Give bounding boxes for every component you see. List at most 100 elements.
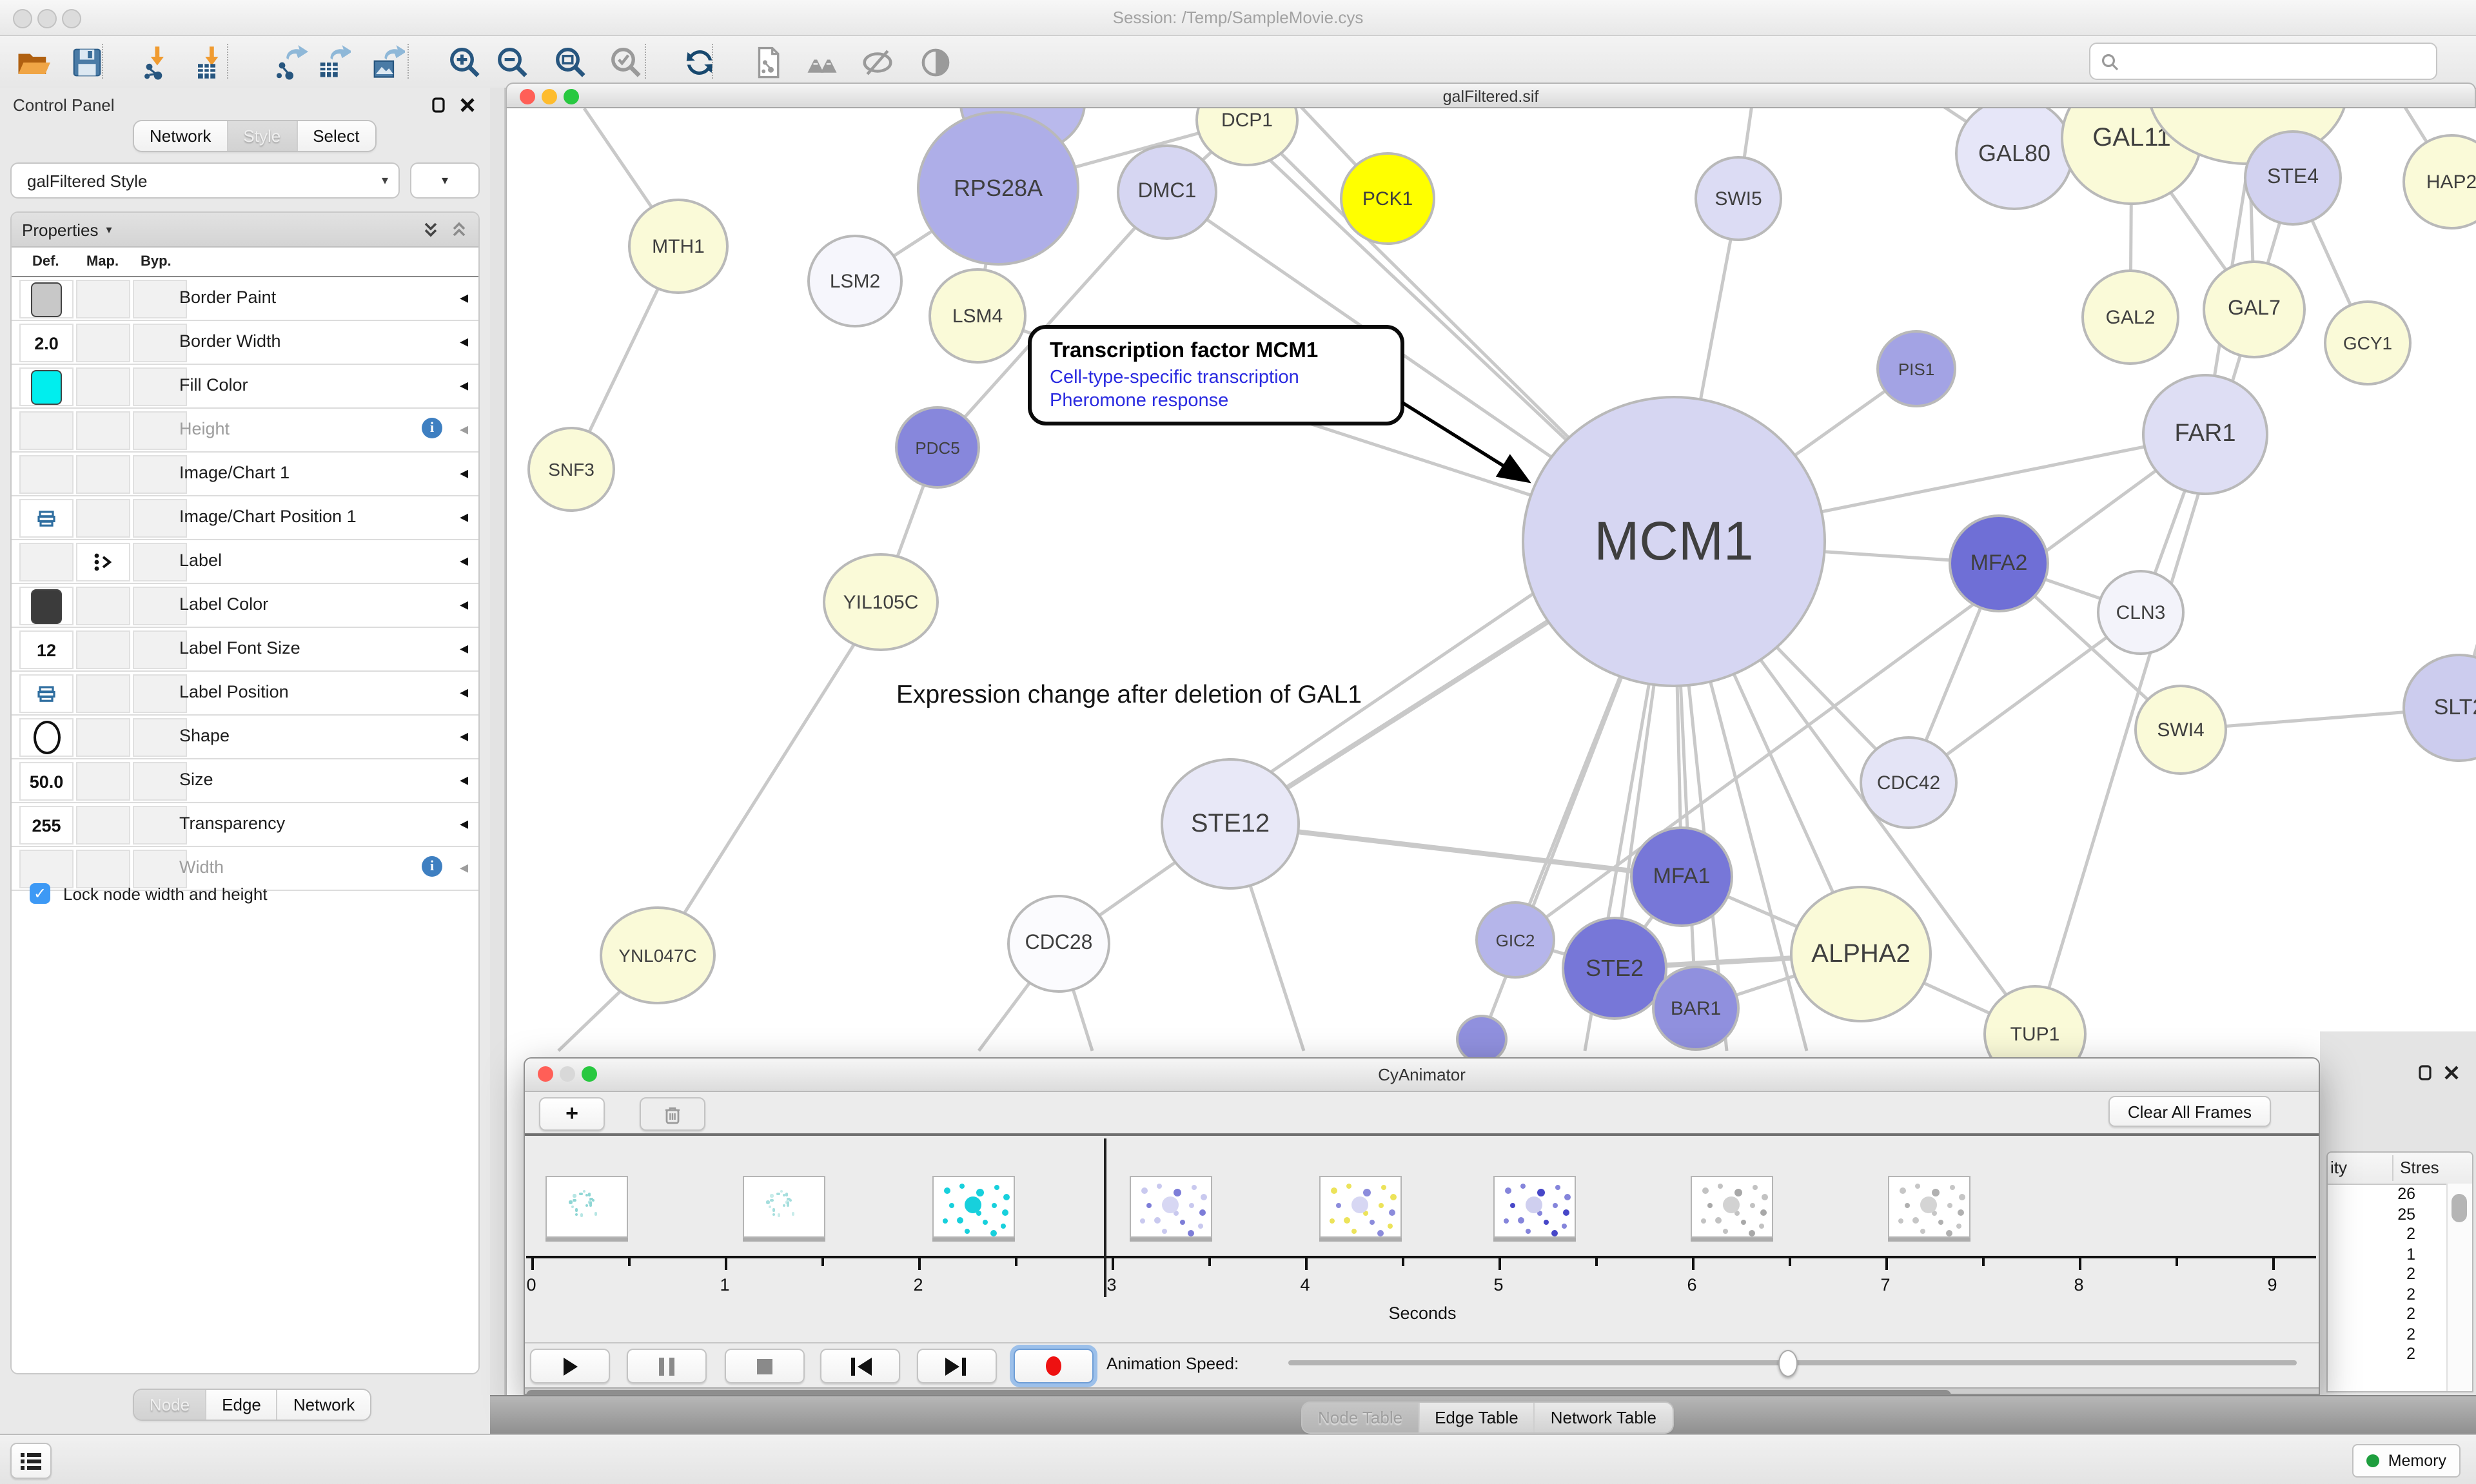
network-node-mth1[interactable]: MTH1 — [628, 199, 729, 294]
panel-divider[interactable] — [490, 88, 506, 1434]
property-row-size[interactable]: 50.0Size◂ — [12, 759, 478, 803]
hide-panel-icon[interactable] — [858, 43, 896, 81]
expand-all-icon[interactable] — [422, 220, 440, 239]
checkbox-checked-icon[interactable]: ✓ — [30, 883, 50, 904]
record-button[interactable] — [1014, 1349, 1094, 1383]
show-panels-button[interactable] — [10, 1443, 52, 1479]
timeline-cursor[interactable] — [1104, 1138, 1106, 1297]
timeline-frame-1[interactable] — [545, 1176, 628, 1238]
property-row-height[interactable]: Heighti◂ — [12, 409, 478, 453]
tab-select[interactable]: Select — [297, 121, 375, 151]
annotation-box[interactable]: Transcription factor MCM1 Cell-type-spec… — [1028, 325, 1404, 425]
prop-def-cell[interactable] — [19, 367, 74, 406]
prop-def-cell[interactable] — [19, 280, 74, 318]
prop-def-cell[interactable]: 2.0 — [19, 324, 74, 362]
network-file-icon[interactable] — [748, 43, 787, 81]
annotation-link[interactable]: Cell-type-specific transcription — [1050, 367, 1382, 388]
style-tab-edge[interactable]: Edge — [206, 1390, 278, 1420]
zoom-fit-icon[interactable] — [551, 43, 589, 81]
network-node-pck1[interactable]: PCK1 — [1340, 152, 1435, 245]
prop-map-cell[interactable] — [76, 718, 130, 757]
network-node-pis1[interactable]: PIS1 — [1876, 330, 1956, 407]
table-cell-value[interactable]: 1 — [2328, 1245, 2421, 1265]
zoom-in-icon[interactable] — [445, 43, 484, 81]
timeline-frame-8[interactable] — [1888, 1176, 1970, 1238]
table-cell-value[interactable]: 2 — [2328, 1265, 2421, 1285]
tab-network[interactable]: Network — [134, 121, 228, 151]
prop-map-cell[interactable] — [76, 674, 130, 713]
prop-def-cell[interactable] — [19, 674, 74, 713]
network-node-pdc5[interactable]: PDC5 — [895, 406, 980, 489]
table-cell-value[interactable]: 2 — [2328, 1225, 2421, 1245]
close-panel-icon[interactable] — [2444, 1065, 2459, 1080]
prop-map-cell[interactable] — [76, 411, 130, 450]
table-cell-value[interactable]: 26 — [2328, 1185, 2421, 1205]
search-network-icon[interactable] — [802, 43, 841, 81]
style-tab-network[interactable]: Network — [278, 1390, 370, 1420]
property-row-shape[interactable]: Shape◂ — [12, 716, 478, 759]
timeline-frame-4[interactable] — [1130, 1176, 1212, 1238]
info-icon[interactable]: i — [422, 418, 442, 438]
toggle-contrast-icon[interactable] — [916, 43, 954, 81]
network-node-swi4[interactable]: SWI4 — [2134, 685, 2227, 775]
table-tab-edge-table[interactable]: Edge Table — [1419, 1403, 1535, 1432]
network-node-swi5[interactable]: SWI5 — [1695, 156, 1782, 241]
table-tab-node-table[interactable]: Node Table — [1302, 1403, 1419, 1432]
network-node-alpha2[interactable]: ALPHA2 — [1790, 886, 1932, 1022]
network-node-bar1[interactable]: BAR1 — [1652, 966, 1740, 1051]
table-tab-network-table[interactable]: Network Table — [1535, 1403, 1672, 1432]
collapse-arrow-icon[interactable]: ◂ — [460, 551, 468, 571]
prop-map-cell[interactable] — [76, 630, 130, 669]
prop-def-cell[interactable]: 255 — [19, 806, 74, 845]
collapse-arrow-icon[interactable]: ◂ — [460, 419, 468, 440]
network-node-yil105c[interactable]: YIL105C — [823, 553, 939, 651]
prop-def-cell[interactable] — [19, 543, 74, 581]
network-node-cln3[interactable]: CLN3 — [2097, 570, 2185, 655]
skip-end-button[interactable] — [917, 1349, 997, 1383]
collapse-arrow-icon[interactable]: ◂ — [460, 814, 468, 834]
column-centrality[interactable]: ity — [2330, 1158, 2347, 1177]
float-panel-icon[interactable] — [431, 97, 449, 115]
style-options-button[interactable]: ▾ — [410, 162, 480, 199]
collapse-arrow-icon[interactable]: ◂ — [460, 638, 468, 659]
memory-button[interactable]: Memory — [2352, 1444, 2461, 1478]
network-node-gcy1[interactable]: GCY1 — [2324, 300, 2412, 386]
column-stress[interactable]: Stres — [2400, 1158, 2439, 1177]
prop-map-cell[interactable] — [76, 499, 130, 538]
network-node-ste4[interactable]: STE4 — [2244, 130, 2342, 226]
network-node-ynl047c[interactable]: YNL047C — [600, 906, 716, 1004]
network-node-gic2[interactable]: GIC2 — [1475, 901, 1555, 979]
prop-map-cell[interactable] — [76, 455, 130, 494]
network-node-cdc42[interactable]: CDC42 — [1860, 736, 1958, 829]
import-network-icon[interactable] — [138, 43, 177, 81]
property-row-label-color[interactable]: Label Color◂ — [12, 584, 478, 628]
add-frame-button[interactable]: + — [539, 1097, 605, 1131]
prop-map-cell[interactable] — [76, 324, 130, 362]
property-row-image-chart-position-1[interactable]: Image/Chart Position 1◂ — [12, 496, 478, 540]
zoom-out-icon[interactable] — [493, 43, 531, 81]
table-cell-value[interactable]: 2 — [2328, 1345, 2421, 1365]
style-selector[interactable]: galFiltered Style ▾ — [10, 162, 400, 199]
timeline-frame-6[interactable] — [1493, 1176, 1576, 1238]
close-panel-icon[interactable] — [459, 97, 477, 115]
network-node-dmc1[interactable]: DMC1 — [1117, 144, 1217, 240]
network-node-far1[interactable]: FAR1 — [2142, 374, 2268, 495]
tab-style[interactable]: Style — [228, 121, 297, 151]
property-row-fill-color[interactable]: Fill Color◂ — [12, 365, 478, 409]
property-row-image-chart-1[interactable]: Image/Chart 1◂ — [12, 453, 478, 496]
cyanimator-titlebar[interactable]: CyAnimator — [525, 1059, 2319, 1092]
timeline-scrollbar[interactable] — [525, 1387, 2319, 1395]
zoom-selected-icon[interactable] — [606, 43, 645, 81]
property-row-transparency[interactable]: 255Transparency◂ — [12, 803, 478, 847]
network-node-mfa2[interactable]: MFA2 — [1949, 514, 2049, 612]
delete-frame-button[interactable] — [640, 1097, 705, 1131]
timeline-frame-3[interactable] — [932, 1176, 1015, 1238]
clear-all-frames-button[interactable]: Clear All Frames — [2108, 1096, 2271, 1127]
prop-def-cell[interactable] — [19, 411, 74, 450]
collapse-arrow-icon[interactable]: ◂ — [460, 375, 468, 396]
collapse-arrow-icon[interactable]: ◂ — [460, 331, 468, 352]
export-image-icon[interactable] — [368, 43, 406, 81]
timeline-frame-5[interactable] — [1319, 1176, 1402, 1238]
collapse-arrow-icon[interactable]: ◂ — [460, 682, 468, 703]
search-input[interactable] — [2124, 50, 2436, 72]
